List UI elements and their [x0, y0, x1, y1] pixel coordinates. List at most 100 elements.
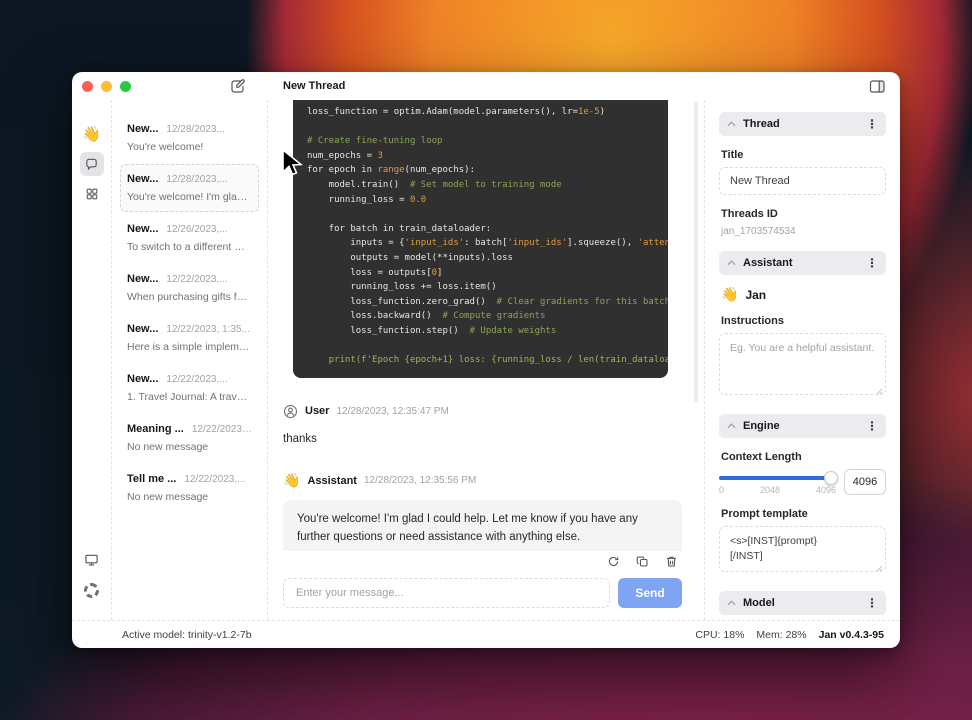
app-window: New Thread 👋 New... 12/28/2023... You're… — [72, 72, 900, 648]
code-line: loss_function.step() # Update weights — [307, 325, 557, 336]
prompt-template-textarea[interactable]: <s>[INST]{prompt} [/INST] — [719, 525, 886, 573]
thread-title: New... — [127, 223, 159, 235]
assistant-identity: 👋 Jan — [721, 288, 884, 302]
thread-list-item[interactable]: New... 12/22/2023, 1:35... Here is a sim… — [120, 314, 259, 362]
code-line: print(f'Epoch {epoch+1} loss: {running_l… — [307, 355, 668, 366]
kebab-menu-icon[interactable]: ⋮ — [866, 118, 878, 130]
message-input[interactable] — [283, 578, 610, 608]
instructions-textarea[interactable] — [719, 333, 886, 395]
thread-list-item[interactable]: New... 12/22/2023,... 1. Travel Journal:… — [120, 364, 259, 412]
slider-knob[interactable] — [824, 470, 838, 485]
rail-system-monitor-button[interactable] — [80, 548, 104, 572]
code-line: running_loss = 0.0 — [307, 194, 427, 205]
minimize-window-button[interactable] — [101, 80, 112, 92]
thread-date: 12/28/2023,... — [166, 174, 228, 185]
thread-list-item[interactable]: New... 12/22/2023,... When purchasing gi… — [120, 264, 259, 312]
thread-preview: 1. Travel Journal: A travel journ... — [127, 391, 252, 403]
slider-track[interactable] — [719, 470, 838, 485]
thread-item-top: New... 12/28/2023,... — [127, 173, 252, 185]
thread-list-item[interactable]: Tell me ... 12/22/2023,... No new messag… — [120, 464, 259, 512]
close-window-button[interactable] — [82, 80, 93, 92]
grid-icon — [85, 187, 99, 201]
thread-date: 12/28/2023... — [166, 124, 225, 135]
chat-input-row: Send — [283, 578, 682, 608]
prompt-template-label: Prompt template — [721, 507, 808, 520]
left-icon-rail: 👋 — [72, 100, 112, 620]
thread-title: New... — [127, 373, 159, 385]
delete-message-button[interactable] — [665, 555, 678, 568]
section-title: Assistant — [743, 257, 793, 269]
context-length-value[interactable]: 4096 — [844, 468, 886, 495]
user-message-header: User 12/28/2023, 12:35:47 PM — [283, 404, 682, 419]
copy-icon — [636, 555, 649, 568]
thread-date: 12/22/2023,... — [166, 374, 228, 385]
thread-preview: When purchasing gifts for in-... — [127, 291, 252, 303]
rail-settings-button[interactable] — [80, 578, 104, 602]
toggle-right-panel-button[interactable] — [869, 79, 886, 94]
code-line: outputs = model(**inputs).loss — [307, 252, 513, 263]
assistant-section-header[interactable]: Assistant ⋮ — [719, 251, 886, 275]
code-line: for batch in train_dataloader: — [307, 223, 492, 234]
assistant-avatar-icon: 👋 — [283, 472, 301, 489]
context-length-label: Context Length — [721, 450, 802, 463]
thread-date: 12/22/2023, 1:35... — [166, 324, 250, 335]
traffic-lights — [82, 80, 131, 92]
thread-item-top: New... 12/22/2023, 1:35... — [127, 323, 252, 335]
assistant-message: 👋 Assistant 12/28/2023, 12:35:56 PM You'… — [268, 474, 704, 551]
right-settings-panel: Thread ⋮ Title Threads ID jan_1703574534… — [704, 100, 900, 620]
monitor-icon — [84, 553, 99, 567]
thread-item-top: New... 12/22/2023,... — [127, 373, 252, 385]
instructions-field-wrap — [719, 333, 886, 400]
rail-chat-button[interactable] — [79, 152, 104, 176]
gear-icon — [84, 582, 99, 598]
user-message-text: thanks — [283, 432, 317, 445]
message-author: Assistant — [307, 474, 357, 487]
new-thread-compose-button[interactable] — [230, 78, 246, 94]
section-title: Model — [743, 597, 775, 610]
thread-list-item[interactable]: New... 12/28/2023... You're welcome! — [120, 114, 259, 162]
thread-title-input[interactable] — [719, 167, 886, 195]
code-block[interactable]: loss_function = optim.Adam(model.paramet… — [293, 100, 668, 378]
prompt-template-wrap: <s>[INST]{prompt} [/INST] — [719, 525, 886, 577]
zoom-window-button[interactable] — [120, 80, 131, 92]
rail-home-button[interactable]: 👋 — [80, 122, 104, 146]
user-message: User 12/28/2023, 12:35:47 PM thanks — [268, 404, 704, 448]
copy-message-button[interactable] — [636, 555, 649, 568]
regenerate-button[interactable] — [607, 555, 620, 568]
chat-bubble-icon — [84, 157, 99, 172]
chat-scrollbar[interactable] — [694, 102, 698, 402]
app-version: Jan v0.4.3-95 — [818, 628, 884, 641]
message-timestamp: 12/28/2023, 12:35:56 PM — [363, 475, 477, 487]
send-button[interactable]: Send — [618, 578, 682, 608]
rail-hub-button[interactable] — [80, 182, 104, 206]
thread-title: New... — [127, 273, 159, 285]
window-titlebar: New Thread — [72, 72, 900, 100]
kebab-menu-icon[interactable]: ⋮ — [866, 597, 878, 609]
kebab-menu-icon[interactable]: ⋮ — [866, 420, 878, 432]
chevron-up-icon — [727, 422, 736, 429]
thread-section-header[interactable]: Thread ⋮ — [719, 112, 886, 136]
user-avatar-icon — [283, 404, 298, 419]
thread-list-item[interactable]: New... 12/26/2023,... To switch to a dif… — [120, 214, 259, 262]
message-scroll-area[interactable]: loss_function = optim.Adam(model.paramet… — [268, 100, 704, 551]
engine-section-header[interactable]: Engine ⋮ — [719, 413, 886, 438]
model-section-header[interactable]: Model ⋮ — [719, 591, 886, 616]
tick-mid: 2048 — [759, 484, 780, 495]
thread-preview: No new message — [127, 441, 209, 453]
code-line: loss = outputs[0] — [307, 267, 443, 278]
assistant-message-text: You're welcome! I'm glad I could help. L… — [283, 499, 682, 551]
thread-date: 12/22/2023,... — [184, 474, 246, 485]
memory-usage: Mem: 28% — [756, 628, 807, 641]
chat-bottom-area: Send — [268, 551, 704, 620]
trash-icon — [665, 555, 678, 568]
thread-list-item[interactable]: New... 12/28/2023,... You're welcome! I'… — [120, 164, 259, 212]
thread-list: New... 12/28/2023... You're welcome! New… — [112, 100, 268, 620]
tick-min: 0 — [719, 484, 725, 495]
thread-list-item[interactable]: Meaning ... 12/22/2023,... No new messag… — [120, 414, 259, 462]
context-length-slider[interactable]: 0 2048 4096 — [719, 469, 838, 495]
chat-column: loss_function = optim.Adam(model.paramet… — [268, 100, 704, 620]
thread-preview: You're welcome! I'm glad I cou... — [127, 191, 252, 203]
kebab-menu-icon[interactable]: ⋮ — [866, 257, 878, 269]
thread-date: 12/26/2023,... — [166, 224, 228, 235]
